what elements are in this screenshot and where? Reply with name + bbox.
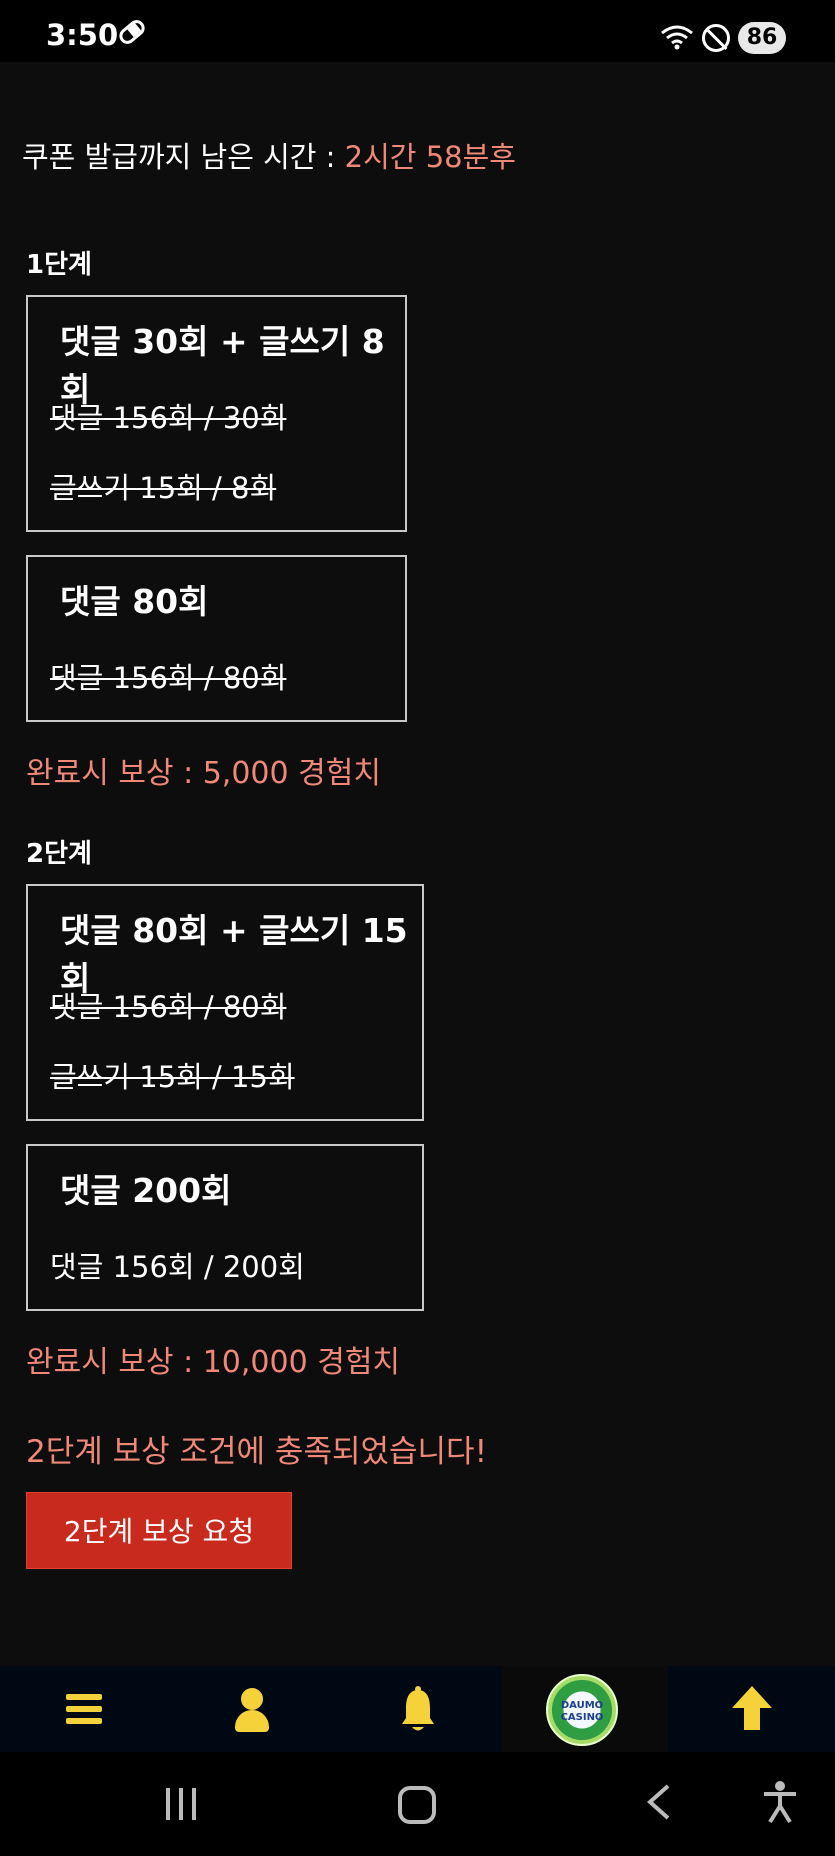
stage1-mission-card-2: 댓글 80회 댓글 156회 / 80회 (26, 555, 407, 722)
bell-icon (402, 1686, 434, 1731)
stage1-title: 1단계 (26, 250, 92, 280)
coupon-timer: 쿠폰 발급까지 남은 시간 : 2시간 58분후 (22, 134, 516, 176)
stage2-title: 2단계 (26, 839, 92, 869)
mission-progress: 글쓰기 15회 / 8회 (50, 471, 277, 505)
battery-icon: 86 (738, 22, 786, 54)
mission-title: 댓글 200회 (60, 1171, 232, 1210)
stage2-reward: 완료시 보상 : 10,000 경험치 (26, 1345, 401, 1380)
timer-label: 쿠폰 발급까지 남은 시간 : (22, 140, 345, 174)
stage1-mission-card-1: 댓글 30회 + 글쓰기 8회 댓글 156회 / 30회 글쓰기 15회 / … (26, 295, 407, 532)
mission-progress: 댓글 156회 / 80회 (50, 661, 287, 695)
mission-progress: 댓글 156회 / 200회 (50, 1250, 305, 1284)
mission-progress: 댓글 156회 / 80회 (50, 990, 287, 1024)
menu-icon[interactable] (0, 1666, 167, 1752)
pill-icon (116, 16, 148, 48)
stage1-reward: 완료시 보상 : 5,000 경험치 (26, 756, 381, 791)
back-icon[interactable] (640, 1782, 680, 1822)
home-icon[interactable] (398, 1786, 436, 1824)
bottom-nav: DAUMO CASINO (0, 1666, 835, 1752)
system-nav-bar (0, 1752, 835, 1856)
user-icon-head (241, 1688, 263, 1710)
status-bar: 3:50 86 (0, 0, 835, 62)
timer-value: 2시간 58분후 (344, 140, 516, 174)
recents-icon[interactable] (164, 1788, 198, 1820)
eligibility-notice: 2단계 보상 조건에 충족되었습니다! (26, 1434, 487, 1470)
stage2-mission-card-2: 댓글 200회 댓글 156회 / 200회 (26, 1144, 424, 1311)
status-time: 3:50 (46, 18, 119, 52)
mission-progress: 댓글 156회 / 30회 (50, 401, 287, 435)
do-not-disturb-icon (702, 24, 730, 52)
casino-logo[interactable]: DAUMO CASINO (546, 1674, 618, 1746)
request-reward-button[interactable]: 2단계 보상 요청 (26, 1492, 292, 1569)
mission-progress: 글쓰기 15회 / 15회 (50, 1060, 295, 1094)
accessibility-icon[interactable] (760, 1780, 800, 1824)
mission-title: 댓글 80회 (60, 582, 209, 621)
wifi-icon (661, 25, 693, 50)
arrow-up-icon (732, 1686, 772, 1730)
stage2-mission-card-1: 댓글 80회 + 글쓰기 15회 댓글 156회 / 80회 글쓰기 15회 /… (26, 884, 424, 1121)
